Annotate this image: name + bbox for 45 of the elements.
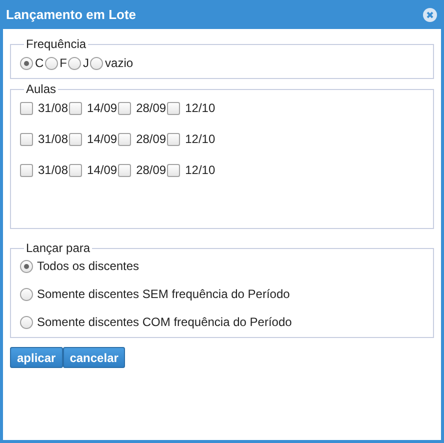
date-label: 12/10 xyxy=(185,162,216,179)
radio-button[interactable] xyxy=(20,316,33,328)
cancel-button[interactable]: cancelar xyxy=(62,347,126,368)
date-label: 28/09 xyxy=(136,100,166,117)
date-label: 14/09 xyxy=(87,162,118,179)
checkbox[interactable] xyxy=(20,164,33,176)
radio-button[interactable] xyxy=(20,288,33,300)
checkbox[interactable] xyxy=(118,132,132,146)
window-title: Lançamento em Lote xyxy=(6,6,136,24)
checkbox[interactable] xyxy=(69,132,82,146)
group-legend: Lançar para xyxy=(24,239,92,257)
checkbox[interactable] xyxy=(167,102,180,114)
date-label: 28/09 xyxy=(136,162,166,179)
checkbox[interactable] xyxy=(20,132,33,146)
date-label: 12/10 xyxy=(185,131,216,148)
radio-label: C xyxy=(35,55,44,72)
date-label: 14/09 xyxy=(87,131,118,148)
radio-label: F xyxy=(60,55,68,72)
radio-label: Somente discentes SEM frequência do Período xyxy=(37,286,290,303)
radio-button[interactable] xyxy=(44,56,58,70)
date-label: 31/08 xyxy=(38,100,68,117)
date-label: 31/08 xyxy=(38,131,68,148)
checkbox[interactable] xyxy=(69,164,82,176)
date-label: 12/10 xyxy=(185,100,216,117)
radio-label: vazio xyxy=(105,55,134,72)
radio-button[interactable] xyxy=(20,260,33,272)
radio-button[interactable] xyxy=(20,56,33,70)
group-legend: Aulas xyxy=(24,80,58,98)
apply-button[interactable]: aplicar xyxy=(10,347,63,368)
checkbox[interactable] xyxy=(118,102,132,114)
checkbox[interactable] xyxy=(167,132,180,146)
checkbox[interactable] xyxy=(20,102,33,114)
radio-label: Todos os discentes xyxy=(37,258,140,275)
radio-label: Somente discentes COM frequência do Período xyxy=(37,314,292,331)
radio-button[interactable] xyxy=(90,56,104,70)
radio-button[interactable] xyxy=(68,56,82,70)
radio-label: J xyxy=(83,55,90,72)
group-legend: Frequência xyxy=(24,35,88,53)
date-label: 14/09 xyxy=(87,100,118,117)
date-label: 31/08 xyxy=(38,162,68,179)
checkbox[interactable] xyxy=(167,164,180,176)
date-label: 28/09 xyxy=(136,131,166,148)
close-icon[interactable] xyxy=(423,8,437,22)
checkbox[interactable] xyxy=(118,164,132,176)
checkbox[interactable] xyxy=(69,102,82,114)
